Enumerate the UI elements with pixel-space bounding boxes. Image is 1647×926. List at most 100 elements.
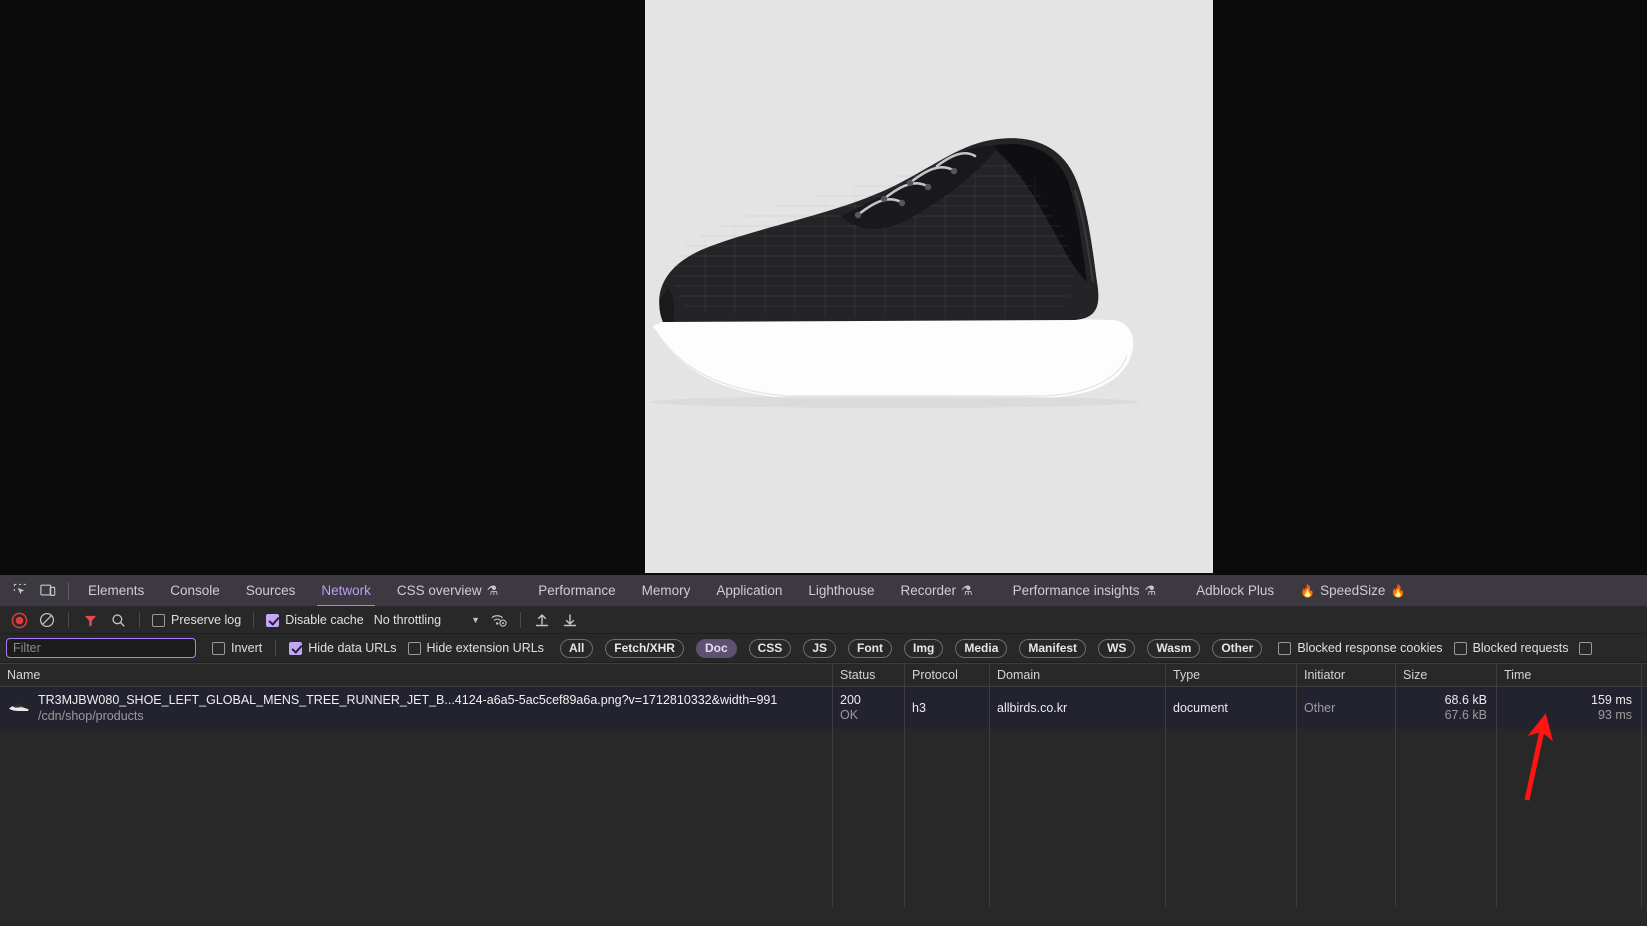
filter-chip-doc[interactable]: Doc	[695, 638, 737, 658]
table-body: TR3MJBW080_SHOE_LEFT_GLOBAL_MENS_TREE_RU…	[0, 687, 1647, 907]
devtools-panel: Elements Console Sources Network CSS ove…	[0, 575, 1647, 926]
tab-elements[interactable]: Elements	[75, 575, 157, 606]
tab-network[interactable]: Network	[308, 575, 384, 606]
filter-chip-ws[interactable]: WS	[1098, 638, 1136, 658]
checkbox-box	[152, 613, 165, 627]
chip-label: All	[568, 641, 585, 655]
third-party-requests-checkbox[interactable]	[1575, 637, 1596, 659]
tab-speedsize[interactable]: 🔥 SpeedSize 🔥	[1287, 575, 1418, 606]
invert-label: Invert	[231, 641, 263, 655]
export-har-icon[interactable]	[557, 608, 583, 632]
filter-input[interactable]	[6, 638, 196, 658]
time-value: 159 ms	[1591, 693, 1632, 707]
blocked-response-cookies-checkbox[interactable]: Blocked response cookies	[1274, 637, 1446, 659]
column-header-name[interactable]: Name	[0, 664, 833, 686]
tab-label: Lighthouse	[808, 583, 875, 598]
type-value: document	[1173, 700, 1228, 715]
filter-funnel-icon[interactable]	[77, 608, 103, 632]
filter-chip-fetch-xhr[interactable]: Fetch/XHR	[605, 638, 684, 658]
tab-label: Adblock Plus	[1196, 583, 1275, 598]
cell-size: 68.6 kB 67.6 kB	[1396, 687, 1497, 729]
tab-recorder[interactable]: Recorder ⚗	[887, 575, 985, 606]
disable-cache-checkbox[interactable]: Disable cache	[262, 609, 368, 631]
tab-label: CSS overview	[396, 583, 482, 598]
hide-data-urls-checkbox[interactable]: Hide data URLs	[285, 637, 400, 659]
blocked-requests-label: Blocked requests	[1472, 641, 1569, 655]
filter-chip-manifest[interactable]: Manifest	[1019, 638, 1087, 658]
network-toolbar: Preserve log Disable cache No throttling…	[0, 607, 1647, 634]
tab-performance[interactable]: Performance	[525, 575, 628, 606]
blocked-response-cookies-label: Blocked response cookies	[1297, 641, 1443, 655]
filter-chip-css[interactable]: CSS	[748, 638, 792, 658]
filter-chip-wasm[interactable]: Wasm	[1147, 638, 1201, 658]
toolbar-divider	[139, 612, 140, 628]
tab-console[interactable]: Console	[157, 575, 233, 606]
checkbox-box	[407, 641, 421, 655]
chip-label: Font	[857, 641, 884, 655]
record-stop-icon[interactable]	[6, 608, 32, 632]
request-filename: TR3MJBW080_SHOE_LEFT_GLOBAL_MENS_TREE_RU…	[38, 693, 778, 707]
hide-extension-urls-label: Hide extension URLs	[426, 641, 544, 655]
inspect-element-icon[interactable]	[6, 578, 34, 604]
tab-adblock-plus[interactable]: Adblock Plus	[1183, 575, 1287, 606]
status-code: 200	[840, 693, 861, 707]
checkbox-box	[1453, 641, 1467, 655]
column-header-size[interactable]: Size	[1396, 664, 1497, 686]
tab-memory[interactable]: Memory	[629, 575, 704, 606]
devtools-tabstrip: Elements Console Sources Network CSS ove…	[0, 575, 1647, 607]
cell-domain: allbirds.co.kr	[990, 687, 1166, 729]
size-transferred: 67.6 kB	[1444, 708, 1487, 722]
column-header-protocol[interactable]: Protocol	[905, 664, 990, 686]
checkbox-box	[212, 641, 225, 655]
filter-chip-font[interactable]: Font	[848, 638, 893, 658]
filter-chip-all[interactable]: All	[559, 638, 594, 658]
filter-chip-other[interactable]: Other	[1212, 638, 1263, 658]
cell-type: document	[1166, 687, 1297, 729]
device-toolbar-icon[interactable]	[34, 578, 62, 604]
preserve-log-checkbox[interactable]: Preserve log	[148, 609, 245, 631]
toolbar-divider	[68, 612, 69, 628]
clear-log-icon[interactable]	[34, 608, 60, 632]
throttling-value: No throttling	[373, 613, 442, 627]
tab-application[interactable]: Application	[703, 575, 795, 606]
tabstrip-divider	[68, 581, 69, 600]
throttling-select[interactable]: No throttling ▼	[370, 609, 484, 631]
column-header-status[interactable]: Status	[833, 664, 905, 686]
chip-label: Manifest	[1028, 641, 1078, 655]
filter-chip-js[interactable]: JS	[803, 638, 837, 658]
blocked-requests-checkbox[interactable]: Blocked requests	[1450, 637, 1573, 659]
filterbar-divider	[275, 640, 277, 656]
network-conditions-icon[interactable]	[486, 608, 512, 632]
import-har-icon[interactable]	[529, 608, 555, 632]
table-header-row: Name Status Protocol Domain Type Initiat…	[0, 663, 1647, 687]
table-row[interactable]: TR3MJBW080_SHOE_LEFT_GLOBAL_MENS_TREE_RU…	[0, 687, 1647, 729]
column-header-time[interactable]: Time	[1497, 664, 1642, 686]
initiator-value: Other	[1304, 700, 1336, 715]
sneaker-product-image	[645, 130, 1213, 410]
size-value: 68.6 kB	[1444, 693, 1487, 707]
filter-chip-media[interactable]: Media	[955, 638, 1008, 658]
search-icon[interactable]	[105, 608, 131, 632]
checkbox-box	[1278, 641, 1292, 655]
tab-label: Application	[716, 583, 783, 598]
column-header-type[interactable]: Type	[1166, 664, 1297, 686]
request-thumbnail-icon	[8, 697, 30, 719]
invert-checkbox[interactable]: Invert	[208, 637, 266, 659]
network-filterbar: Invert Hide data URLs Hide extension URL…	[0, 634, 1647, 663]
tab-label: Network	[321, 583, 371, 598]
column-header-initiator[interactable]: Initiator	[1297, 664, 1396, 686]
tab-css-overview[interactable]: CSS overview ⚗	[384, 575, 511, 606]
tab-lighthouse[interactable]: Lighthouse	[795, 575, 887, 606]
tab-label: Elements	[88, 583, 145, 598]
column-header-domain[interactable]: Domain	[990, 664, 1166, 686]
hide-extension-urls-checkbox[interactable]: Hide extension URLs	[404, 637, 548, 659]
chip-label: Other	[1221, 641, 1254, 655]
checkbox-box	[289, 641, 303, 655]
tab-label: Performance	[538, 583, 616, 598]
filter-chip-img[interactable]: Img	[904, 638, 944, 658]
tab-performance-insights[interactable]: Performance insights ⚗	[1000, 575, 1169, 606]
tab-sources[interactable]: Sources	[233, 575, 309, 606]
cell-name[interactable]: TR3MJBW080_SHOE_LEFT_GLOBAL_MENS_TREE_RU…	[0, 687, 833, 729]
tab-label: Console	[170, 583, 220, 598]
tab-label: Memory	[641, 583, 691, 598]
